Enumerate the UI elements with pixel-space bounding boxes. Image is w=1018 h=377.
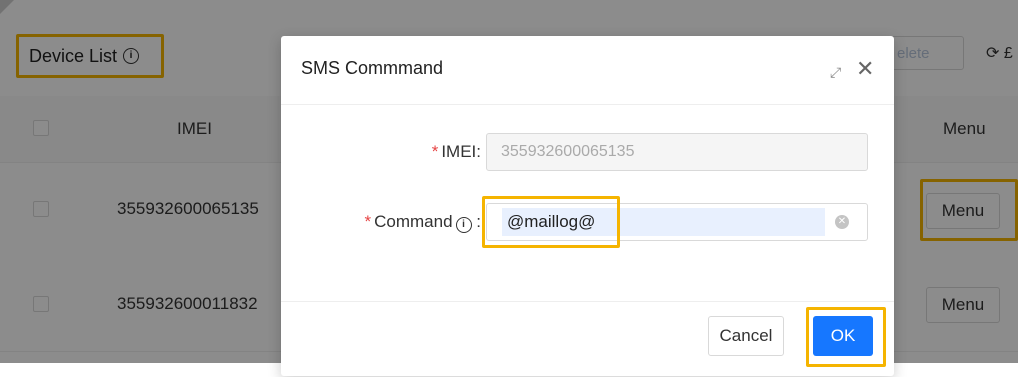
required-marker: * [364,212,372,231]
highlight-box-command [482,196,620,248]
imei-label: * IMEI: [431,142,481,161]
close-icon[interactable]: ✕ [856,58,874,80]
expand-icon[interactable]: ⤢ [830,64,841,81]
clear-icon[interactable]: ✕ [835,215,849,229]
imei-input: 355932600065135 [486,133,868,171]
modal-header: SMS Commmand ⤢ ✕ [281,36,894,105]
highlight-box-ok [806,307,886,367]
cancel-button[interactable]: Cancel [708,316,784,356]
highlight-box-title [16,34,164,78]
sms-command-dialog: SMS Commmand ⤢ ✕ * IMEI: 355932600065135 … [281,36,894,376]
modal-footer: Cancel OK [281,301,894,377]
device-list-page: Device List i elete ⟳ £ IMEI Menu 355932… [0,0,1018,376]
required-marker: * [431,142,439,161]
modal-title: SMS Commmand [301,58,444,78]
command-label: * Command i : [364,212,481,233]
info-icon[interactable]: i [455,217,472,233]
